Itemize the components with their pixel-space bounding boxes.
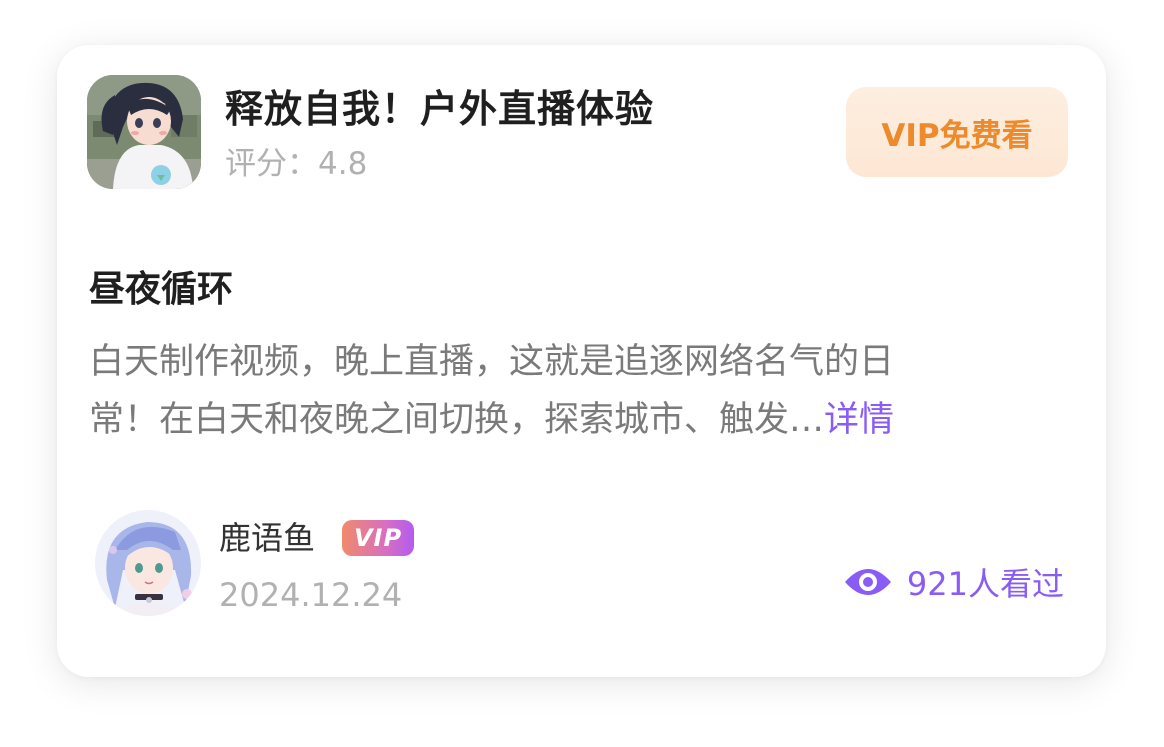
game-title: 释放自我！户外直播体验 bbox=[225, 87, 655, 131]
description-line-2-wrapper: 常！在白天和夜晚之间切换，探索城市、触发…详情 bbox=[89, 391, 1059, 449]
view-count: 921人看过 bbox=[843, 559, 1064, 605]
vip-free-watch-button[interactable]: VIP免费看 bbox=[846, 87, 1068, 177]
game-cover-image[interactable] bbox=[87, 75, 201, 189]
rating-value: 4.8 bbox=[318, 146, 368, 182]
author-avatar[interactable] bbox=[95, 510, 201, 616]
game-description: 白天制作视频，晚上直播，这就是追逐网络名气的日 常！在白天和夜晚之间切换，探索城… bbox=[89, 333, 1059, 449]
post-date: 2024.12.24 bbox=[219, 576, 403, 614]
eye-icon bbox=[844, 569, 891, 595]
section-title: 昼夜循环 bbox=[89, 269, 234, 310]
view-count-text: 921人看过 bbox=[906, 565, 1064, 603]
author-name[interactable]: 鹿语鱼 bbox=[219, 515, 315, 561]
page: 释放自我！户外直播体验 评分：4.8 VIP免费看 昼夜循环 白天制作视频，晚上… bbox=[0, 0, 1164, 747]
game-card[interactable]: 释放自我！户外直播体验 评分：4.8 VIP免费看 昼夜循环 白天制作视频，晚上… bbox=[57, 45, 1106, 677]
vip-badge: VIP bbox=[342, 520, 414, 556]
game-rating: 评分：4.8 bbox=[225, 143, 367, 185]
description-line-2: 常！在白天和夜晚之间切换，探索城市、触发… bbox=[89, 400, 825, 440]
detail-link[interactable]: 详情 bbox=[824, 400, 894, 440]
description-line-1: 白天制作视频，晚上直播，这就是追逐网络名气的日 bbox=[89, 342, 895, 382]
rating-label: 评分： bbox=[225, 146, 318, 182]
